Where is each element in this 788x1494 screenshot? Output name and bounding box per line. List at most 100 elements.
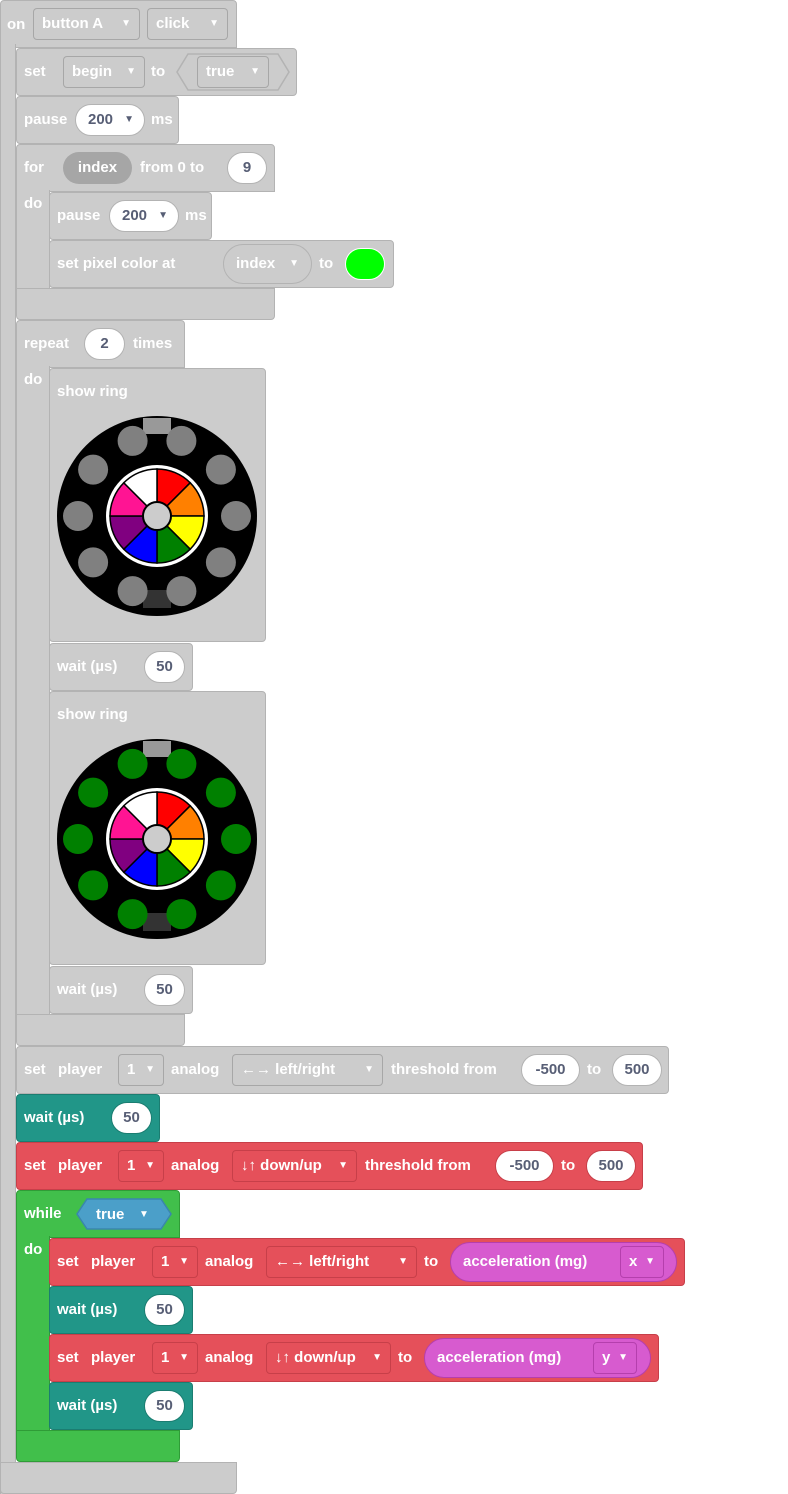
threshold-from-input[interactable]: -500 (521, 1054, 580, 1086)
to-label: to (398, 1349, 413, 1366)
set-label: set (57, 1253, 79, 1270)
wait-label: wait (µs) (24, 1109, 85, 1126)
event-on-label: on (7, 16, 26, 33)
show-ring-block[interactable] (49, 368, 266, 642)
set-label: set (24, 1061, 46, 1078)
for-label: for (24, 159, 44, 176)
to-label: to (587, 1061, 602, 1078)
axis-dropdown[interactable]: ←→ left/right ▼ (232, 1054, 383, 1086)
player-number-dropdown[interactable]: 1 ▼ (152, 1342, 198, 1374)
index-reporter[interactable]: index ▼ (223, 244, 312, 284)
chevron-down-icon: ▼ (145, 1160, 155, 1171)
player-label: player (58, 1061, 103, 1078)
chevron-down-icon: ▼ (121, 18, 131, 29)
to-label: to (561, 1157, 576, 1174)
wait-label: wait (µs) (57, 1397, 118, 1414)
player-number-dropdown[interactable]: 1 ▼ (152, 1246, 198, 1278)
while-block-spine[interactable] (16, 1236, 50, 1432)
action-dropdown[interactable]: click ▼ (147, 8, 228, 40)
event-block-spine[interactable] (0, 44, 16, 1494)
while-label: while (24, 1205, 62, 1222)
wait-value-input[interactable]: 50 (144, 651, 185, 683)
pause-label: pause (57, 207, 101, 224)
player-number-dropdown[interactable]: 1 ▼ (118, 1150, 164, 1182)
variable-dropdown[interactable]: begin ▼ (63, 56, 145, 88)
button-dropdown[interactable]: button A ▼ (33, 8, 140, 40)
analog-label: analog (171, 1157, 220, 1174)
chevron-down-icon: ▼ (139, 1209, 149, 1220)
chevron-down-icon: ▼ (372, 1352, 382, 1363)
show-ring-block[interactable] (49, 691, 266, 965)
repeat-count-input[interactable]: 2 (84, 328, 125, 360)
color-picker-swatch[interactable] (345, 248, 385, 280)
chevron-down-icon: ▼ (250, 66, 260, 77)
threshold-label: threshold from (391, 1061, 497, 1078)
repeat-label: repeat (24, 335, 70, 352)
wait-value-input[interactable]: 50 (144, 974, 185, 1006)
pause-value-input[interactable]: 200 ▼ (109, 200, 179, 232)
chevron-down-icon: ▼ (179, 1256, 189, 1267)
player-label: player (58, 1157, 103, 1174)
to-label: to (424, 1253, 439, 1270)
chevron-down-icon: ▼ (364, 1064, 374, 1075)
boolean-dropdown[interactable]: true ▼ (197, 56, 269, 88)
threshold-from-input[interactable]: -500 (495, 1150, 554, 1182)
chevron-down-icon: ▼ (124, 114, 134, 125)
pause-value-input[interactable]: 200 ▼ (75, 104, 145, 136)
show-ring-label: show ring (57, 383, 128, 400)
chevron-down-icon: ▼ (145, 1064, 155, 1075)
while-do-label: do (24, 1241, 43, 1258)
player-label: player (91, 1253, 136, 1270)
set-label: set (24, 63, 46, 80)
for-end-input[interactable]: 9 (227, 152, 267, 184)
for-do-label: do (24, 195, 43, 212)
axis-dropdown[interactable]: ↓↑ down/up ▼ (266, 1342, 391, 1374)
dimension-dropdown[interactable]: y ▼ (593, 1342, 637, 1374)
dimension-dropdown[interactable]: x ▼ (620, 1246, 664, 1278)
repeat-times-label: times (133, 335, 173, 352)
pause-label: pause (24, 111, 68, 128)
wait-value-input[interactable]: 50 (144, 1294, 185, 1326)
axis-dropdown[interactable]: ←→ left/right ▼ (266, 1246, 417, 1278)
threshold-label: threshold from (365, 1157, 471, 1174)
index-variable-reporter[interactable]: index (63, 152, 132, 184)
set-pixel-label: set pixel color at (57, 255, 176, 272)
repeat-do-label: do (24, 371, 43, 388)
wait-label: wait (µs) (57, 658, 118, 675)
threshold-to-input[interactable]: 500 (586, 1150, 636, 1182)
show-ring-label: show ring (57, 706, 128, 723)
chevron-down-icon: ▼ (289, 258, 299, 269)
analog-label: analog (205, 1349, 254, 1366)
analog-label: analog (205, 1253, 254, 1270)
repeat-block-spine[interactable] (16, 366, 50, 1018)
event-block-bottom[interactable] (0, 1462, 237, 1494)
set-label: set (57, 1349, 79, 1366)
wait-label: wait (µs) (57, 981, 118, 998)
axis-dropdown[interactable]: ↓↑ down/up ▼ (232, 1150, 357, 1182)
while-block-bottom[interactable] (16, 1430, 180, 1462)
pause-unit: ms (151, 111, 173, 128)
for-block-bottom[interactable] (16, 288, 275, 320)
player-label: player (91, 1349, 136, 1366)
player-number-dropdown[interactable]: 1 ▼ (118, 1054, 164, 1086)
pause-unit: ms (185, 207, 207, 224)
chevron-down-icon: ▼ (209, 18, 219, 29)
while-condition-value[interactable]: true (96, 1206, 124, 1224)
repeat-block-bottom[interactable] (16, 1014, 185, 1046)
set-label: set (24, 1157, 46, 1174)
to-label: to (151, 63, 166, 80)
chevron-down-icon: ▼ (126, 66, 136, 77)
threshold-to-input[interactable]: 500 (612, 1054, 662, 1086)
wait-label: wait (µs) (57, 1301, 118, 1318)
analog-label: analog (171, 1061, 220, 1078)
chevron-down-icon: ▼ (398, 1256, 408, 1267)
chevron-down-icon: ▼ (645, 1256, 655, 1267)
chevron-down-icon: ▼ (158, 210, 168, 221)
chevron-down-icon: ▼ (338, 1160, 348, 1171)
chevron-down-icon: ▼ (179, 1352, 189, 1363)
wait-value-input[interactable]: 50 (111, 1102, 152, 1134)
to-label: to (319, 255, 334, 272)
chevron-down-icon: ▼ (618, 1352, 628, 1363)
wait-value-input[interactable]: 50 (144, 1390, 185, 1422)
for-from-label: from 0 to (140, 159, 205, 176)
